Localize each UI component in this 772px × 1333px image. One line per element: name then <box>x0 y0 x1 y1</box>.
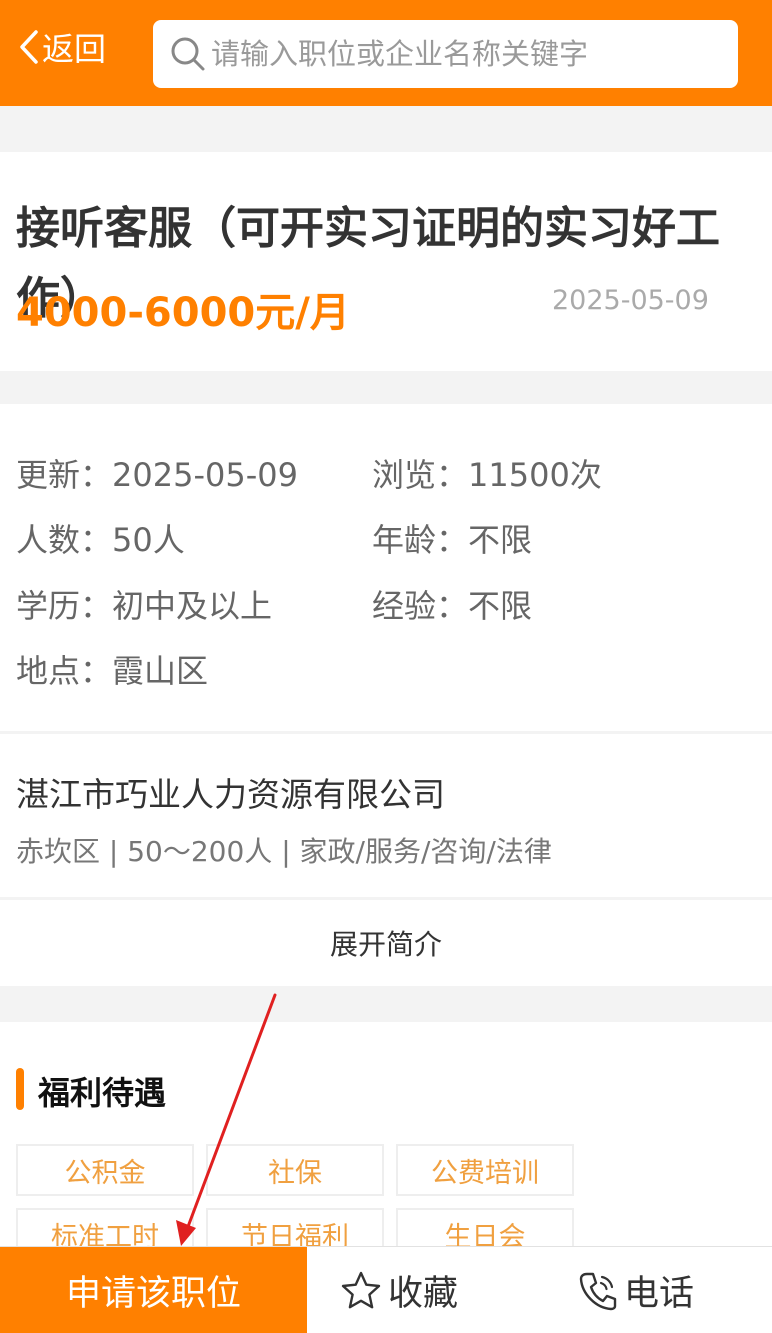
job-salary: 4000-6000元/月 <box>16 290 350 336</box>
info-value: 2025-05-09 <box>112 456 298 494</box>
chevron-left-icon <box>20 30 38 64</box>
favorite-button[interactable]: 收藏 <box>340 1247 458 1333</box>
job-post-date: 2025-05-09 <box>552 285 709 316</box>
phone-button[interactable]: 电话 <box>578 1247 694 1333</box>
welfare-title: 福利待遇 <box>38 1074 167 1112</box>
company-name[interactable]: 湛江市巧业人力资源有限公司 <box>16 768 445 816</box>
company-meta: 赤坎区 | 50～200人 | 家政/服务/咨询/法律 <box>16 835 552 868</box>
info-update: 更新：2025-05-09 <box>16 450 298 496</box>
welfare-tag: 公积金 <box>16 1144 194 1196</box>
info-label: 经验： <box>372 587 469 625</box>
info-education: 学历：初中及以上 <box>16 581 272 627</box>
search-input[interactable] <box>211 37 731 71</box>
info-label: 年龄： <box>372 521 469 559</box>
welfare-tag: 社保 <box>206 1144 384 1196</box>
info-value: 11500次 <box>468 456 602 494</box>
info-location: 地点：霞山区 <box>16 646 208 692</box>
info-headcount: 人数：50人 <box>16 515 185 561</box>
favorite-label: 收藏 <box>388 1274 459 1314</box>
search-icon <box>171 37 205 71</box>
welfare-tag: 标准工时 <box>16 1208 194 1246</box>
welfare-tag: 生日会 <box>396 1208 574 1246</box>
job-info-card: 更新：2025-05-09 浏览：11500次 人数：50人 年龄：不限 学历：… <box>0 404 772 731</box>
info-experience: 经验：不限 <box>372 581 532 627</box>
info-value: 不限 <box>468 587 533 625</box>
info-value: 不限 <box>468 521 533 559</box>
bottom-action-bar: 申请该职位 收藏 电话 <box>0 1246 772 1333</box>
info-value: 50人 <box>112 521 185 559</box>
section-accent-bar <box>16 1068 24 1110</box>
back-button[interactable]: 返回 <box>18 24 106 70</box>
expand-intro-button[interactable]: 展开简介 <box>0 900 772 986</box>
info-label: 更新： <box>16 456 113 494</box>
info-label: 地点： <box>16 652 113 690</box>
welfare-tag: 公费培训 <box>396 1144 574 1196</box>
search-box[interactable] <box>153 20 738 88</box>
info-label: 学历： <box>16 587 113 625</box>
info-value: 霞山区 <box>112 652 209 690</box>
apply-job-button[interactable]: 申请该职位 <box>0 1247 307 1333</box>
star-icon <box>341 1271 381 1308</box>
company-card[interactable]: 湛江市巧业人力资源有限公司 赤坎区 | 50～200人 | 家政/服务/咨询/法… <box>0 734 772 897</box>
info-label: 浏览： <box>372 456 469 494</box>
back-label: 返回 <box>42 30 107 68</box>
info-views: 浏览：11500次 <box>372 450 602 496</box>
welfare-card: 福利待遇 公积金 社保 公费培训 标准工时 节日福利 生日会 <box>0 1022 772 1246</box>
phone-icon <box>579 1272 617 1310</box>
info-label: 人数： <box>16 521 113 559</box>
phone-label: 电话 <box>624 1274 695 1314</box>
top-header: 返回 <box>0 0 772 106</box>
welfare-tag: 节日福利 <box>206 1208 384 1246</box>
info-age: 年龄：不限 <box>372 515 532 561</box>
job-title-card: 接听客服（可开实习证明的实习好工作） 4000-6000元/月 2025-05-… <box>0 152 772 371</box>
info-value: 初中及以上 <box>112 587 273 625</box>
